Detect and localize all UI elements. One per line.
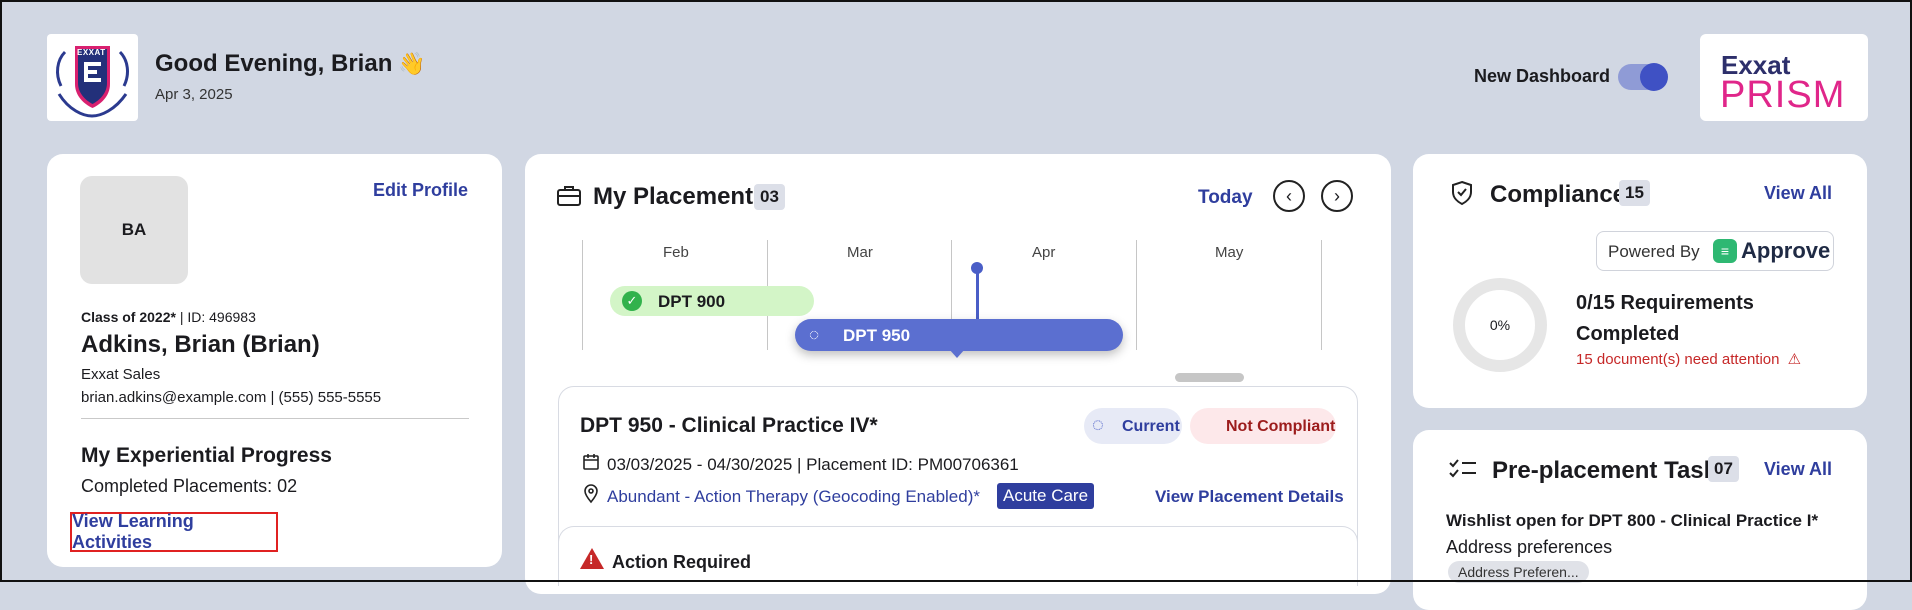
contact-line: brian.adkins@example.com | (555) 555-555… <box>81 389 381 406</box>
avatar: BA <box>80 176 188 284</box>
logo-text: EXXAT <box>77 48 106 57</box>
compliance-view-all-link[interactable]: View All <box>1764 183 1832 204</box>
warning-outline-icon: ⚠ <box>1787 351 1802 368</box>
today-button[interactable]: Today <box>1198 187 1253 209</box>
placement-title: DPT 950 - Clinical Practice IV* <box>580 414 878 437</box>
next-button[interactable]: › <box>1321 180 1353 212</box>
prism-logo-prism: PRISM <box>1720 74 1846 116</box>
student-org: Exxat Sales <box>81 366 161 383</box>
placements-title: My Placements <box>593 183 767 210</box>
approve-logo-icon: ≡ <box>1713 239 1737 263</box>
exxat-logo: EXXAT <box>47 34 138 121</box>
preplacement-count-badge: 07 <box>1708 456 1739 482</box>
approve-brand: Approve <box>1741 238 1831 263</box>
compliance-count-badge: 15 <box>1619 180 1650 206</box>
view-placement-details-link[interactable]: View Placement Details <box>1155 487 1344 507</box>
preplacement-title: Pre-placement Tasks <box>1492 457 1731 484</box>
chevron-right-icon: › <box>1334 185 1340 206</box>
attention-text: 15 document(s) need attention <box>1576 351 1780 368</box>
student-name: Adkins, Brian (Brian) <box>81 331 320 358</box>
new-dashboard-label: New Dashboard <box>1474 66 1611 86</box>
new-dashboard-toggle[interactable] <box>1618 63 1668 91</box>
check-icon: ✓ <box>622 291 642 311</box>
timeline-gridline <box>582 240 583 350</box>
timeline-gridline <box>1321 240 1322 350</box>
calendar-icon <box>582 453 600 476</box>
task-title[interactable]: Wishlist open for DPT 800 - Clinical Pra… <box>1446 511 1818 531</box>
wave-icon: 👋 <box>398 51 426 76</box>
class-of: Class of 2022* <box>81 309 176 325</box>
month-label: Feb <box>663 244 689 261</box>
timeline-pill-label: DPT 900 <box>658 292 726 311</box>
timeline-gridline <box>1136 240 1137 350</box>
requirements-completed: 0/15 Requirements Completed <box>1576 292 1754 345</box>
site-tag: Acute Care <box>997 483 1095 509</box>
location-pin-icon <box>582 484 600 509</box>
edit-profile-link[interactable]: Edit Profile <box>373 180 468 201</box>
student-email: brian.adkins@example.com <box>81 389 267 406</box>
task-chip: Address Preferen... <box>1448 561 1589 583</box>
shield-check-icon <box>1450 180 1474 212</box>
progress-title: My Experiential Progress <box>81 444 332 467</box>
timeline-pill-label: DPT 950 <box>843 326 911 345</box>
class-id-line: Class of 2022* | ID: 496983 <box>81 309 256 325</box>
status-badge-label: Not Compliant <box>1226 418 1336 435</box>
view-learning-activities-link[interactable]: View Learning Activities <box>70 511 278 552</box>
in-progress-icon: ◌ <box>809 325 820 344</box>
month-label: May <box>1215 244 1244 261</box>
placements-count-badge: 03 <box>754 184 785 210</box>
timeline-pill-dpt950[interactable]: ◌ DPT 950 <box>795 319 1123 358</box>
student-id: | ID: 496983 <box>175 309 256 325</box>
compliance-progress-ring: 0% <box>1453 278 1547 372</box>
briefcase-icon <box>556 184 582 213</box>
preplacement-view-all-link[interactable]: View All <box>1764 459 1832 480</box>
powered-by-label: Powered By <box>1608 242 1700 261</box>
status-badge-current: ◌ Current <box>1084 408 1182 444</box>
warning-icon: ! <box>580 548 604 569</box>
greeting-text: Good Evening, Brian <box>155 50 393 77</box>
prism-logo: Exxat PRISM <box>1700 34 1868 121</box>
prev-button[interactable]: ‹ <box>1273 180 1305 212</box>
task-list-icon <box>1449 458 1477 486</box>
student-phone: | (555) 555-5555 <box>266 389 382 406</box>
placement-dates: 03/03/2025 - 04/30/2025 | Placement ID: … <box>607 455 1019 474</box>
compliance-title: Compliance <box>1490 181 1627 208</box>
placement-site-link[interactable]: Abundant - Action Therapy (Geocoding Ena… <box>607 487 980 507</box>
divider <box>81 418 469 419</box>
completed-placements: Completed Placements: 02 <box>81 476 298 496</box>
today-marker <box>976 268 979 320</box>
powered-by-approve: Powered By ≡ Approve <box>1596 231 1834 271</box>
current-date: Apr 3, 2025 <box>155 86 233 103</box>
task-subtitle: Address preferences <box>1446 537 1613 557</box>
compliance-percent: 0% <box>1489 317 1511 333</box>
action-required-label: Action Required <box>612 552 752 572</box>
chevron-left-icon: ‹ <box>1286 185 1292 206</box>
attention-message: 15 document(s) need attention ⚠ <box>1576 350 1801 368</box>
greeting: Good Evening, Brian 👋 <box>155 50 426 78</box>
toggle-knob <box>1640 63 1668 91</box>
status-badge-label: Current <box>1122 418 1180 435</box>
month-label: Mar <box>847 244 873 261</box>
in-progress-icon: ◌ <box>1092 414 1104 436</box>
pill-pointer <box>949 349 965 358</box>
month-label: Apr <box>1032 244 1056 261</box>
status-badge-compliance: Not Compliant <box>1190 408 1336 444</box>
timeline-scrollbar[interactable] <box>1175 373 1244 382</box>
timeline-pill-dpt900[interactable]: ✓ DPT 900 <box>610 286 814 316</box>
